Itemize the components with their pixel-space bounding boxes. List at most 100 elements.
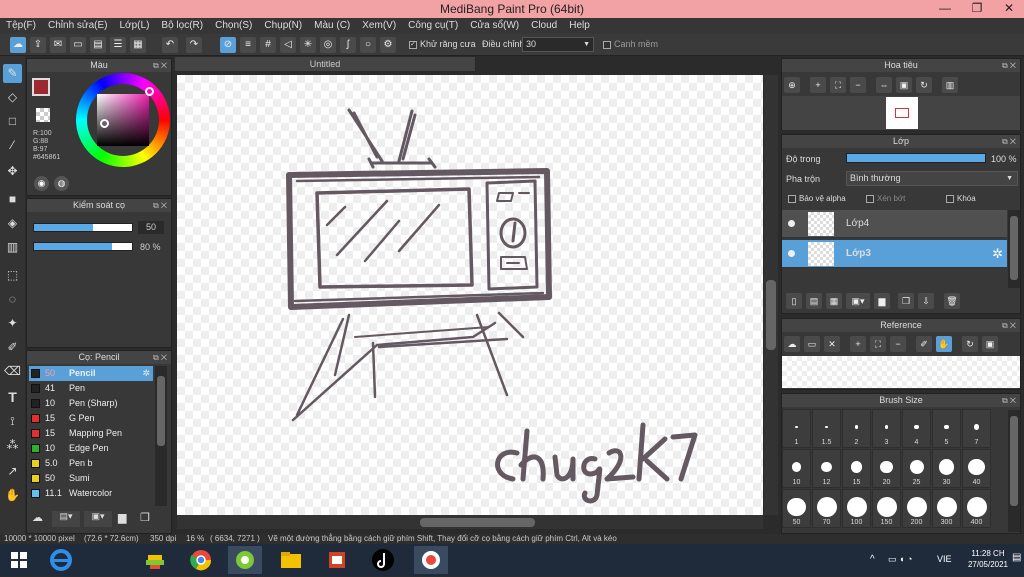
brush-size-cell[interactable]: 20: [872, 449, 901, 488]
panel-float-icon[interactable]: ⧉ ✕: [153, 351, 167, 364]
add-brush-icon[interactable]: ▤▾: [52, 511, 80, 527]
navigator-settings-icon[interactable]: ▥: [942, 77, 958, 93]
gradient-tool-icon[interactable]: ▥: [3, 238, 22, 257]
delete-layer-icon[interactable]: 🗑: [944, 293, 960, 309]
bluestacks-icon[interactable]: [138, 546, 172, 574]
antialias-checkbox[interactable]: ✓: [409, 40, 417, 49]
reference-zoom-in-icon[interactable]: +: [850, 336, 866, 352]
curve-snap-icon[interactable]: ∫: [340, 37, 356, 53]
ellipse-snap-icon[interactable]: ○: [360, 37, 376, 53]
undo-icon[interactable]: ↶: [162, 37, 178, 53]
tray-icons[interactable]: ▭ ◖ ◔: [888, 554, 912, 565]
lock-checkbox[interactable]: [946, 194, 954, 203]
panel-icon[interactable]: ▭: [70, 37, 86, 53]
color-handle[interactable]: [100, 119, 109, 128]
taskbar-clock[interactable]: 11:28 CH 27/05/2021: [966, 548, 1010, 570]
duplicate-icon[interactable]: ❐: [140, 511, 156, 527]
divide-tool-icon[interactable]: ⟟: [3, 412, 22, 431]
menu-select[interactable]: Chọn(S): [209, 18, 258, 31]
transparent-color-swatch[interactable]: [36, 108, 50, 122]
layer-opacity-slider[interactable]: [846, 153, 986, 163]
circle-snap-icon[interactable]: ◎: [320, 37, 336, 53]
menu-cloud[interactable]: Cloud: [525, 18, 563, 31]
lasso-tool-icon[interactable]: ◌: [3, 290, 22, 309]
primary-color-swatch[interactable]: [32, 78, 50, 96]
brush-size-cell[interactable]: 1: [782, 409, 811, 448]
open-reference-icon[interactable]: ▭: [804, 336, 820, 352]
cross-snap-icon[interactable]: #: [260, 37, 276, 53]
input-language[interactable]: VIE: [937, 554, 952, 564]
cloud-reference-icon[interactable]: ☁: [784, 336, 800, 352]
brush-item[interactable]: 10 Edge Pen: [29, 441, 153, 456]
menu-tools[interactable]: Công cụ(T): [402, 18, 464, 31]
brush-size-cell[interactable]: 10: [782, 449, 811, 488]
panel-float-icon[interactable]: ⧉ ✕: [1002, 394, 1016, 407]
smooth-checkbox[interactable]: [603, 40, 611, 49]
medibang-taskbar-icon[interactable]: [228, 546, 262, 574]
brush-item[interactable]: 50 Sumi: [29, 471, 153, 486]
brush-item[interactable]: 50 Pencil ✲: [29, 366, 153, 381]
vanishing-snap-icon[interactable]: ◁: [280, 37, 296, 53]
eye-icon[interactable]: [788, 220, 795, 227]
clipping-checkbox[interactable]: [866, 194, 874, 203]
brush-size-cell[interactable]: 150: [872, 489, 901, 528]
reference-rotate-icon[interactable]: ↻: [962, 336, 978, 352]
rotate-icon[interactable]: ↻: [916, 77, 932, 93]
actual-size-icon[interactable]: ⛶: [830, 77, 846, 93]
operation-tool-icon[interactable]: ↗: [3, 462, 22, 481]
duplicate-layer-icon[interactable]: ❐: [898, 293, 914, 309]
comment-icon[interactable]: ✉: [50, 37, 66, 53]
tiktok-icon[interactable]: [366, 546, 400, 574]
lock-toggle[interactable]: Khóa: [946, 194, 976, 203]
brush-size-cell[interactable]: 1.5: [812, 409, 841, 448]
brush-size-cell[interactable]: 70: [812, 489, 841, 528]
zoom-out-icon[interactable]: −: [850, 77, 866, 93]
brush-size-value[interactable]: 50: [138, 221, 164, 234]
clipping-toggle[interactable]: Xén bớt: [866, 194, 905, 203]
settings-snap-icon[interactable]: ⚙: [380, 37, 396, 53]
fit-window-icon[interactable]: ▣: [896, 77, 912, 93]
new-8bit-layer-icon[interactable]: ▦: [826, 293, 842, 309]
parallel-snap-icon[interactable]: ≡: [240, 37, 256, 53]
panel-float-icon[interactable]: ⧉ ✕: [1002, 135, 1016, 148]
folder-icon[interactable]: ▆: [118, 511, 134, 527]
file-explorer-icon[interactable]: [274, 546, 308, 574]
new-halftone-layer-icon[interactable]: ▤: [806, 293, 822, 309]
antialias-toggle[interactable]: ✓ Khử răng cưa: [409, 39, 476, 49]
menu-capture[interactable]: Chụp(N): [258, 18, 308, 31]
reference-zoom-out-icon[interactable]: −: [890, 336, 906, 352]
brush-item[interactable]: 41 Pen: [29, 381, 153, 396]
palette-icon[interactable]: ◉: [34, 176, 49, 191]
brush-size-cell[interactable]: 400: [962, 489, 991, 528]
merge-layer-icon[interactable]: ⇩: [918, 293, 934, 309]
brush-size-scrollbar[interactable]: [1008, 410, 1020, 532]
adjust-dropdown[interactable]: 30 ▼: [522, 37, 594, 52]
windows-start-icon[interactable]: [2, 546, 36, 574]
navigator-thumbnail[interactable]: [886, 97, 918, 129]
brush-size-cell[interactable]: 4: [902, 409, 931, 448]
layer-folder-icon[interactable]: ▆: [874, 293, 890, 309]
blend-mode-dropdown[interactable]: Bình thường ▼: [846, 171, 1018, 186]
menu-layer[interactable]: Lớp(L): [114, 18, 156, 31]
panel-float-icon[interactable]: ⧉ ✕: [1002, 59, 1016, 72]
menu-color[interactable]: Màu (C): [308, 18, 356, 31]
new-layer-icon[interactable]: ▯: [786, 293, 802, 309]
reference-view[interactable]: [782, 356, 1020, 388]
brush-opacity-slider[interactable]: [33, 242, 133, 251]
list-icon[interactable]: ☰: [110, 37, 126, 53]
canvas-vertical-thumb[interactable]: [766, 280, 776, 350]
menu-filter[interactable]: Bộ lọc(R): [155, 18, 209, 31]
chrome-icon[interactable]: [184, 546, 218, 574]
layer-scrollbar[interactable]: [1008, 210, 1020, 288]
panel-float-icon[interactable]: ⧉ ✕: [153, 199, 167, 212]
internet-explorer-icon[interactable]: [44, 546, 78, 574]
drawing-canvas[interactable]: chug2k7: [177, 75, 763, 515]
cloud-icon[interactable]: ☁: [10, 37, 26, 53]
powerpoint-icon[interactable]: [320, 546, 354, 574]
close-button[interactable]: ✕: [994, 0, 1024, 18]
color-history-icon[interactable]: ◍: [54, 176, 69, 191]
brush-size-cell[interactable]: 12: [812, 449, 841, 488]
grid-icon[interactable]: ▦: [130, 37, 146, 53]
brush-list-scrollbar[interactable]: [155, 366, 167, 506]
reference-actual-size-icon[interactable]: ⛶: [870, 336, 886, 352]
